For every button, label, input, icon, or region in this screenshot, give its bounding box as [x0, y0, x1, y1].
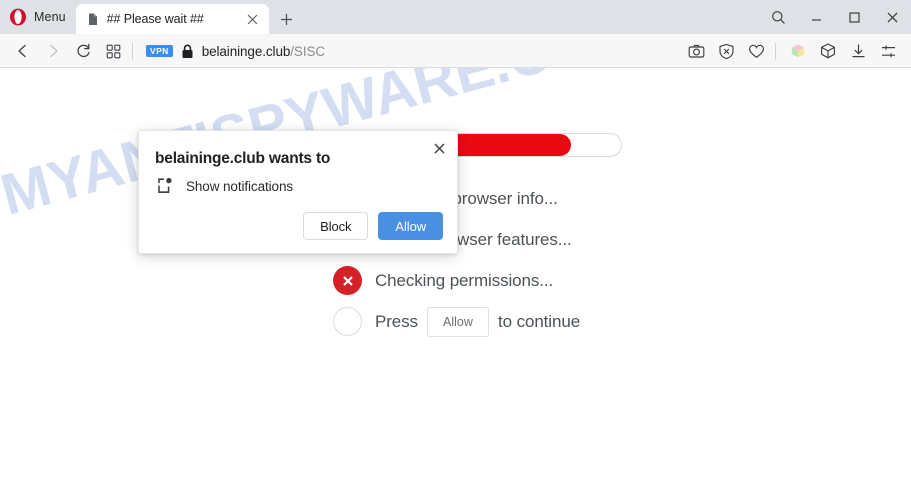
tab-title: ## Please wait ##: [106, 12, 204, 26]
checklist-label-after: to continue: [497, 311, 581, 331]
navigation-toolbar: VPN belaininge.club/SISC: [0, 34, 911, 68]
tile-grid-icon[interactable]: [98, 37, 128, 65]
checklist-item: Checking permissions...: [333, 266, 580, 295]
checklist-item-pending: Press Allow to continue: [333, 306, 581, 337]
cross-icon: [333, 266, 362, 295]
adblock-shield-icon[interactable]: [711, 37, 741, 65]
easy-setup-sliders-icon[interactable]: [873, 37, 903, 65]
page-content: MYANTISPYWARE.COM Analyzing browser info…: [0, 68, 911, 504]
address-bar[interactable]: VPN belaininge.club/SISC: [140, 37, 681, 65]
toolbar-divider-right: [775, 42, 776, 60]
dialog-title: belaininge.club wants to: [155, 150, 331, 167]
player-cube-icon[interactable]: [813, 37, 843, 65]
checklist-label: Checking permissions...: [375, 270, 554, 290]
new-tab-button[interactable]: [273, 4, 301, 34]
opera-menu-label: Menu: [34, 10, 66, 24]
empty-circle-icon: [333, 307, 362, 336]
minimize-icon[interactable]: [797, 0, 835, 34]
search-icon[interactable]: [759, 0, 797, 34]
tab-please-wait[interactable]: ## Please wait ##: [75, 4, 269, 34]
checklist-label-before: Press: [375, 311, 418, 331]
reload-icon[interactable]: [68, 37, 98, 65]
vpn-badge[interactable]: VPN: [146, 44, 173, 58]
notification-permission-dialog: belaininge.club wants to Show notificati…: [138, 130, 458, 254]
forward-arrow-icon: [38, 37, 68, 65]
dialog-actions: Block Allow: [303, 212, 443, 240]
window-close-icon[interactable]: [873, 0, 911, 34]
block-button[interactable]: Block: [303, 212, 369, 240]
url-host: belaininge.club: [201, 43, 291, 59]
inline-allow-button[interactable]: Allow: [426, 306, 489, 337]
window-controls: [759, 0, 911, 34]
dialog-permission-label: Show notifications: [186, 178, 294, 194]
tab-strip: Menu ## Please wait ##: [0, 0, 911, 34]
heart-favorites-icon[interactable]: [741, 37, 771, 65]
padlock-icon[interactable]: [181, 44, 194, 59]
snapshot-camera-icon[interactable]: [681, 37, 711, 65]
toolbar-extension-icons: [681, 37, 903, 65]
notification-bell-icon: [155, 176, 175, 196]
url-text: belaininge.club/SISC: [202, 44, 325, 59]
browser-window: Menu ## Please wait ## VPN belaininge.cl…: [0, 0, 911, 504]
document-icon: [86, 12, 100, 26]
dialog-permission-row: Show notifications: [155, 176, 293, 196]
downloads-icon[interactable]: [843, 37, 873, 65]
dialog-close-icon[interactable]: [428, 137, 450, 159]
url-path: /SISC: [290, 43, 326, 59]
opera-logo-icon: [9, 8, 27, 26]
allow-button[interactable]: Allow: [378, 212, 443, 240]
opera-menu-button[interactable]: Menu: [0, 0, 76, 34]
tab-close-icon[interactable]: [243, 9, 263, 29]
maximize-icon[interactable]: [835, 0, 873, 34]
back-arrow-icon[interactable]: [8, 37, 38, 65]
workspaces-cube-icon[interactable]: [783, 37, 813, 65]
toolbar-divider: [132, 42, 133, 60]
